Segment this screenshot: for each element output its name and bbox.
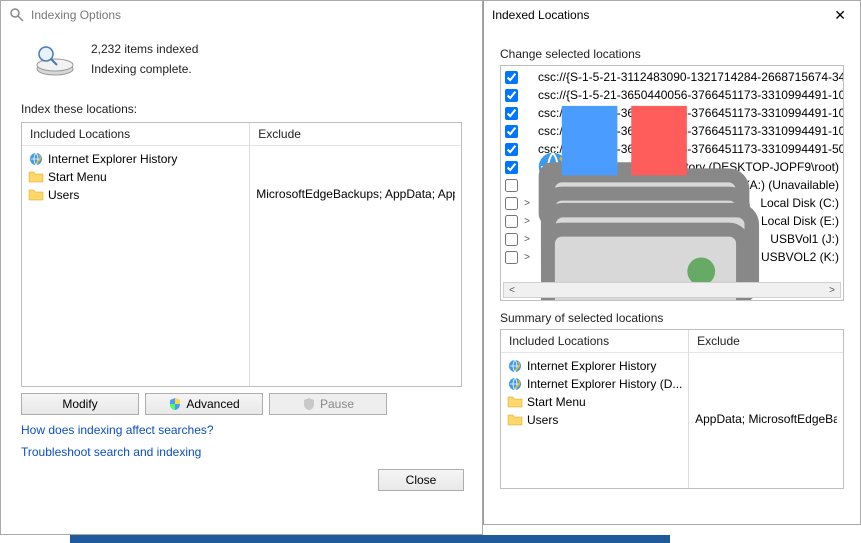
indexing-options-dialog: Indexing Options 2,232 items indexed Ind… bbox=[0, 0, 483, 535]
col-header-included: Included Locations bbox=[22, 123, 249, 146]
tree-item-label: csc://{S-1-5-21-3112483090-1321714284-26… bbox=[538, 70, 844, 84]
included-locations-panel: Included Locations Internet Explorer His… bbox=[21, 122, 462, 387]
location-checkbox[interactable] bbox=[505, 71, 518, 84]
change-locations-label: Change selected locations bbox=[500, 47, 844, 61]
shield-icon bbox=[302, 397, 316, 411]
titlebar: Indexing Options bbox=[1, 1, 482, 29]
dialog-title: Indexing Options bbox=[31, 8, 121, 22]
status-row: 2,232 items indexed Indexing complete. bbox=[21, 39, 462, 80]
item-label: Start Menu bbox=[527, 395, 586, 409]
scroll-right-arrow[interactable]: > bbox=[824, 285, 840, 296]
tree-row[interactable]: csc://{S-1-5-21-3112483090-1321714284-26… bbox=[505, 68, 839, 86]
col-header-exclude: Exclude bbox=[250, 123, 461, 146]
location-checkbox[interactable] bbox=[505, 107, 518, 120]
item-label: Users bbox=[527, 413, 558, 427]
harddrive-search-icon bbox=[31, 39, 79, 79]
index-these-label: Index these locations: bbox=[21, 102, 462, 116]
item-label: Start Menu bbox=[48, 170, 107, 184]
list-item[interactable]: Users bbox=[507, 411, 682, 429]
items-indexed-count: 2,232 items indexed bbox=[91, 39, 198, 59]
titlebar: Indexed Locations ✕ bbox=[484, 1, 860, 29]
list-item[interactable]: Start Menu bbox=[507, 393, 682, 411]
background-strip bbox=[70, 535, 670, 543]
item-label: Internet Explorer History (D... bbox=[527, 377, 682, 391]
tree-item-label: Local Disk (E:) bbox=[761, 214, 839, 228]
search-icon bbox=[9, 7, 25, 23]
item-label: Internet Explorer History bbox=[48, 152, 177, 166]
locations-tree: csc://{S-1-5-21-3112483090-1321714284-26… bbox=[500, 65, 844, 301]
summary-exclude-text: AppData; MicrosoftEdgeBacku... bbox=[695, 411, 837, 427]
location-checkbox[interactable] bbox=[505, 233, 518, 246]
shield-icon bbox=[168, 397, 182, 411]
help-link-searches[interactable]: How does indexing affect searches? bbox=[21, 423, 214, 437]
item-label: Internet Explorer History bbox=[527, 359, 656, 373]
list-item[interactable]: Start Menu bbox=[28, 168, 243, 186]
scroll-left-arrow[interactable]: < bbox=[504, 285, 520, 296]
modify-button[interactable]: Modify bbox=[21, 393, 139, 415]
expand-arrow[interactable]: > bbox=[522, 234, 532, 245]
location-checkbox[interactable] bbox=[505, 89, 518, 102]
advanced-button[interactable]: Advanced bbox=[145, 393, 263, 415]
horizontal-scrollbar[interactable]: < > bbox=[503, 282, 841, 298]
pause-button: Pause bbox=[269, 393, 387, 415]
location-checkbox[interactable] bbox=[505, 125, 518, 138]
tree-item-label: USBVol1 (J:) bbox=[770, 232, 839, 246]
tree-row[interactable]: > USBVOL2 (K:) bbox=[505, 248, 839, 266]
location-checkbox[interactable] bbox=[505, 143, 518, 156]
list-item[interactable]: Internet Explorer History bbox=[28, 150, 243, 168]
location-checkbox[interactable] bbox=[505, 179, 518, 192]
list-item[interactable]: Internet Explorer History bbox=[507, 357, 682, 375]
indexing-status: Indexing complete. bbox=[91, 59, 198, 79]
col-header-included: Included Locations bbox=[501, 330, 688, 353]
col-header-exclude: Exclude bbox=[689, 330, 843, 353]
list-item[interactable]: Internet Explorer History (D... bbox=[507, 375, 682, 393]
tree-item-label: Local Disk (C:) bbox=[760, 196, 839, 210]
expand-arrow[interactable]: > bbox=[522, 216, 532, 227]
location-checkbox[interactable] bbox=[505, 197, 518, 210]
location-checkbox[interactable] bbox=[505, 215, 518, 228]
close-button[interactable]: Close bbox=[378, 469, 464, 491]
item-label: Users bbox=[48, 188, 79, 202]
expand-arrow[interactable]: > bbox=[522, 252, 532, 263]
location-checkbox[interactable] bbox=[505, 251, 518, 264]
tree-item-label: USBVOL2 (K:) bbox=[761, 250, 839, 264]
dialog-title: Indexed Locations bbox=[492, 8, 589, 22]
close-icon[interactable]: ✕ bbox=[828, 7, 852, 24]
summary-label: Summary of selected locations bbox=[500, 311, 844, 325]
list-item[interactable]: Users bbox=[28, 186, 243, 204]
exclude-text: MicrosoftEdgeBackups; AppData; AppDat... bbox=[256, 186, 455, 202]
indexed-locations-dialog: Indexed Locations ✕ Change selected loca… bbox=[483, 0, 861, 525]
help-link-troubleshoot[interactable]: Troubleshoot search and indexing bbox=[21, 445, 201, 459]
summary-panel: Included Locations Internet Explorer His… bbox=[500, 329, 844, 489]
location-checkbox[interactable] bbox=[505, 161, 518, 174]
expand-arrow[interactable]: > bbox=[522, 198, 532, 209]
